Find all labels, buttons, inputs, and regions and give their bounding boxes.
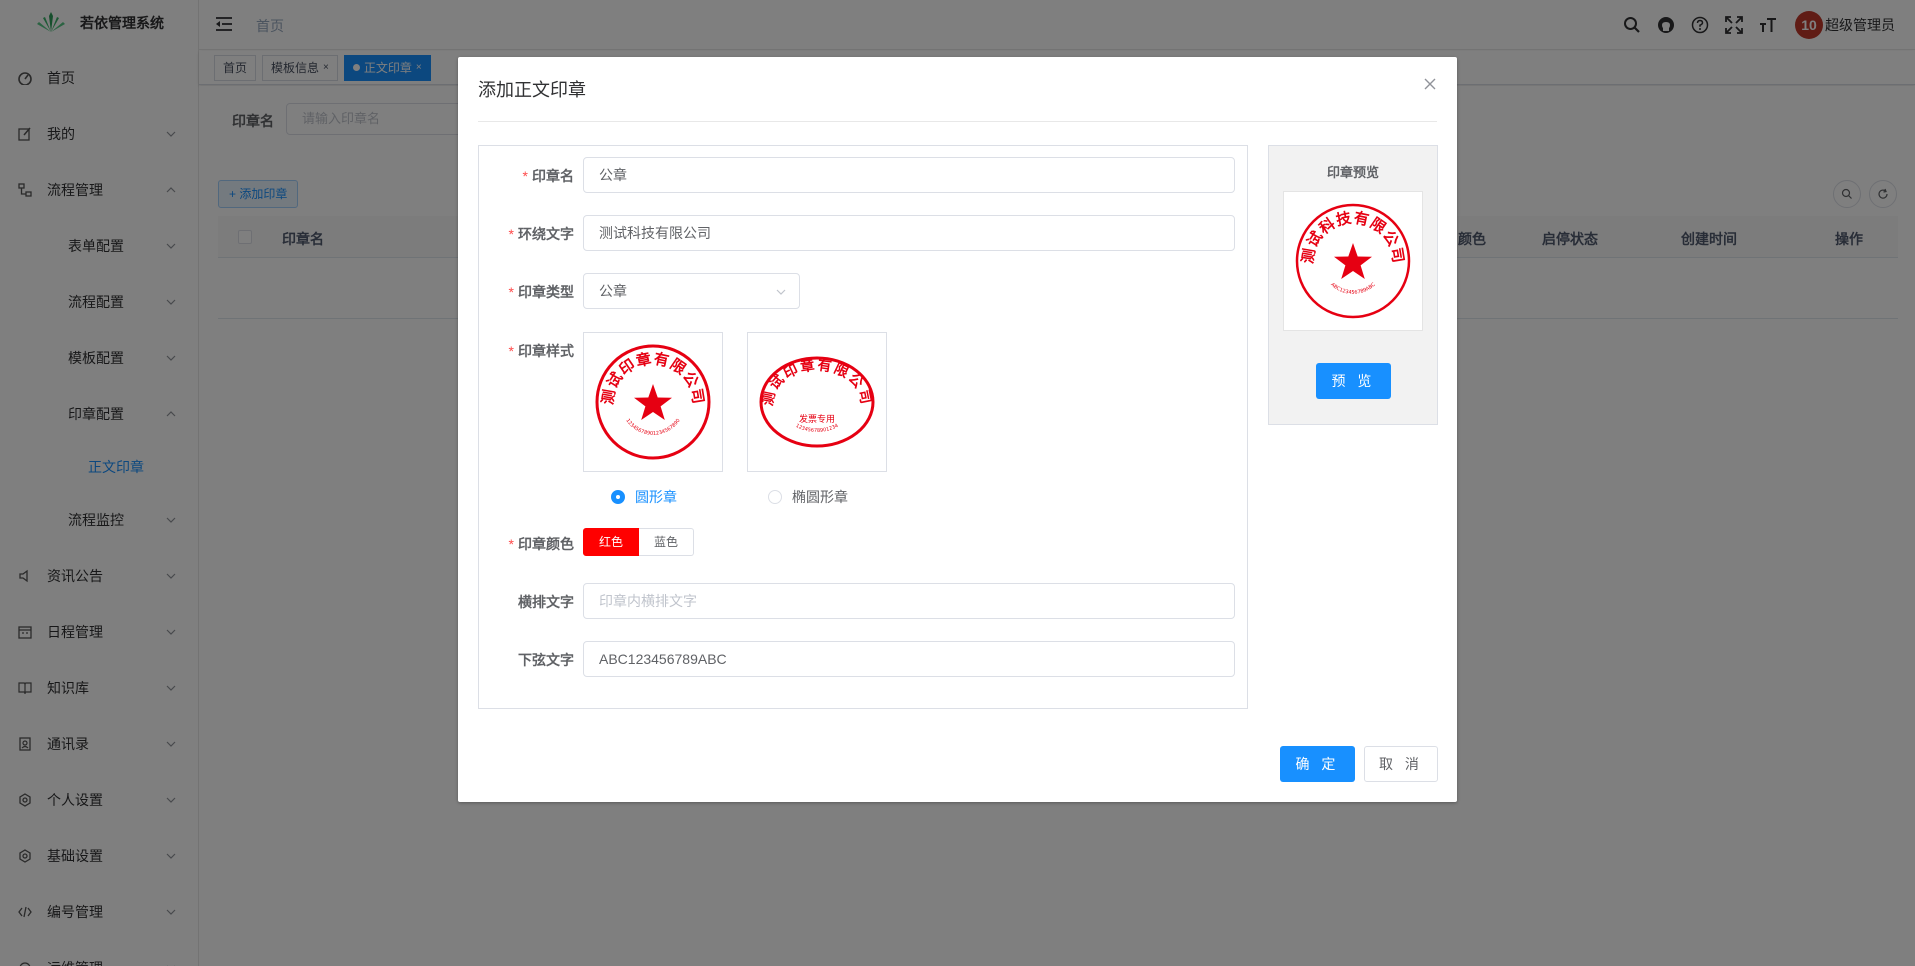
- round-seal-card[interactable]: 测试印章有限公司 12345678901234567890: [583, 332, 723, 472]
- name-label-text: 印章名: [532, 168, 574, 184]
- svg-text:12345678901234567890: 12345678901234567890: [624, 418, 681, 437]
- horizontal-text-input[interactable]: 印章内横排文字: [583, 583, 1235, 619]
- round-seal-image: 测试印章有限公司 12345678901234567890: [595, 344, 711, 460]
- svg-text:ABC123456789ABC: ABC123456789ABC: [1329, 281, 1377, 295]
- seal-preview-image: 测试科技有限公司 ABC123456789ABC: [1283, 191, 1423, 331]
- preview-seal-graphic: 测试科技有限公司 ABC123456789ABC: [1295, 203, 1411, 319]
- name-label: * 印章名: [479, 166, 574, 186]
- cancel-button[interactable]: 取 消: [1364, 746, 1438, 782]
- style-label-text: 印章样式: [518, 343, 574, 359]
- dialog-divider: [478, 121, 1437, 122]
- round-seal-radio-label: 圆形章: [635, 489, 677, 505]
- name-input[interactable]: 公章: [583, 157, 1235, 193]
- bottom-label: 下弦文字: [518, 652, 574, 668]
- bottom-text-input[interactable]: ABC123456789ABC: [583, 641, 1235, 677]
- type-label-text: 印章类型: [518, 284, 574, 300]
- required-mark: *: [508, 536, 514, 552]
- type-select-value: 公章: [599, 283, 627, 299]
- radio-checked-icon: [611, 490, 625, 504]
- oval-seal-radio-label: 椭圆形章: [792, 489, 848, 505]
- surround-label-text: 环绕文字: [518, 226, 574, 242]
- svg-text:发票专用: 发票专用: [799, 413, 835, 425]
- style-label: * 印章样式: [479, 341, 574, 361]
- oval-seal-card[interactable]: 测试印章有限公司 发票专用 12345678901234: [747, 332, 887, 472]
- required-mark: *: [508, 343, 514, 359]
- required-mark: *: [522, 168, 528, 184]
- surround-label: * 环绕文字: [479, 224, 574, 244]
- close-icon[interactable]: [1423, 77, 1437, 91]
- color-red-button[interactable]: 红色: [583, 528, 640, 556]
- type-label: * 印章类型: [479, 282, 574, 302]
- type-select[interactable]: 公章: [583, 273, 800, 309]
- preview-button[interactable]: 预 览: [1316, 363, 1391, 399]
- chevron-down-icon: [776, 289, 786, 295]
- color-label: * 印章颜色: [479, 534, 574, 554]
- preview-title: 印章预览: [1326, 165, 1379, 180]
- oval-seal-radio[interactable]: 椭圆形章: [768, 487, 848, 507]
- surround-text-input[interactable]: 测试科技有限公司: [583, 215, 1235, 251]
- color-radio-group: 红色 蓝色: [583, 528, 695, 556]
- color-label-text: 印章颜色: [518, 536, 574, 552]
- radio-unchecked-icon: [768, 490, 782, 504]
- seal-preview-panel: 印章预览 测试科技有限公司 ABC123456789ABC 预 览: [1268, 145, 1438, 425]
- required-mark: *: [508, 226, 514, 242]
- color-blue-button[interactable]: 蓝色: [639, 528, 695, 556]
- svg-text:测试印章有限公司: 测试印章有限公司: [759, 357, 874, 408]
- confirm-button[interactable]: 确 定: [1280, 746, 1355, 782]
- horizontal-label: 横排文字: [518, 594, 574, 610]
- round-seal-radio[interactable]: 圆形章: [611, 487, 677, 507]
- add-seal-dialog: 添加正文印章 * 印章名 公章 * 环绕文字 测试科技有限公司 * 印章类型 公章 *…: [458, 57, 1457, 802]
- oval-seal-image: 测试印章有限公司 发票专用 12345678901234: [759, 356, 875, 448]
- dialog-title: 添加正文印章: [478, 80, 586, 100]
- required-mark: *: [508, 284, 514, 300]
- seal-form: * 印章名 公章 * 环绕文字 测试科技有限公司 * 印章类型 公章 * 印章样式 测试…: [478, 145, 1248, 709]
